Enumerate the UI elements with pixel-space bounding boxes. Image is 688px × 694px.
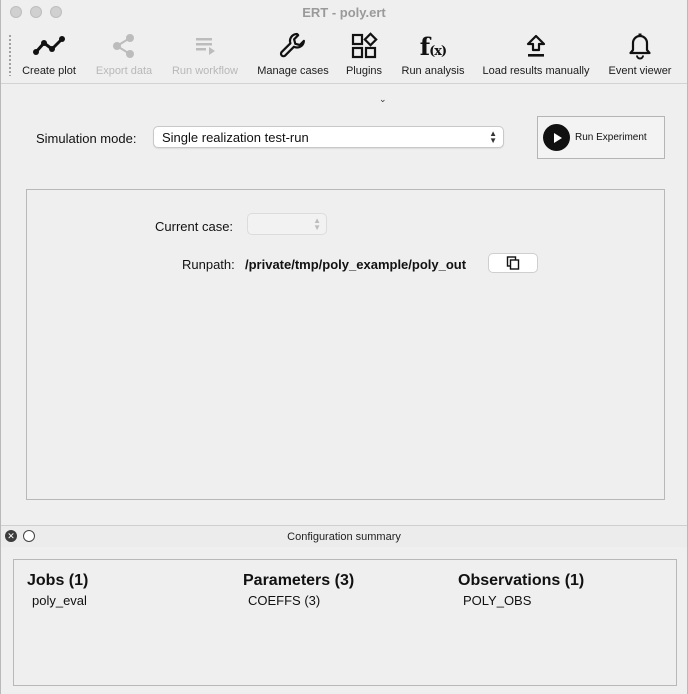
- run-experiment-label: Run Experiment: [575, 132, 647, 143]
- list-item: POLY_OBS: [463, 593, 532, 608]
- share-icon: [113, 34, 134, 58]
- toolbar-grip-handle[interactable]: [9, 34, 11, 76]
- run-workflow-label: Run workflow: [171, 65, 239, 77]
- bell-icon: [629, 33, 651, 60]
- create-plot-label: Create plot: [22, 65, 76, 77]
- minimize-window-button[interactable]: [30, 6, 42, 18]
- zoom-window-button[interactable]: [50, 6, 62, 18]
- load-results-manually-label: Load results manually: [482, 65, 590, 77]
- widgets-icon: [351, 32, 378, 59]
- upload-icon: [526, 34, 546, 57]
- create-plot-button[interactable]: Create plot: [19, 30, 79, 82]
- run-analysis-button[interactable]: f(x) Run analysis: [401, 30, 465, 82]
- title-bar: ERT - poly.ert: [1, 0, 687, 24]
- jobs-summary-column: Jobs (1) poly_eval: [27, 572, 88, 608]
- manage-cases-label: Manage cases: [257, 65, 329, 77]
- toolbar: Create plot Export data Run workflow Man…: [1, 24, 687, 104]
- configuration-summary-title: Configuration summary: [287, 531, 401, 543]
- observations-heading: Observations (1): [458, 572, 585, 589]
- run-experiment-button[interactable]: Run Experiment: [537, 116, 665, 159]
- load-results-manually-button[interactable]: Load results manually: [481, 30, 591, 82]
- runpath-value: /private/tmp/poly_example/poly_out: [245, 257, 467, 272]
- list-item: poly_eval: [32, 593, 87, 608]
- run-workflow-button[interactable]: Run workflow: [169, 30, 241, 82]
- plugins-label: Plugins: [345, 65, 383, 77]
- export-data-button[interactable]: Export data: [93, 30, 155, 82]
- simulation-mode-select[interactable]: Single realization test-run ▲ ▼: [153, 126, 504, 148]
- function-icon: f(x): [419, 31, 447, 61]
- runpath-label: Runpath:: [182, 257, 235, 272]
- current-case-label: Current case:: [155, 219, 234, 234]
- select-arrows-icon: ▲ ▼: [313, 216, 321, 232]
- simulation-mode-value: Single realization test-run: [162, 130, 309, 145]
- window-title: ERT - poly.ert: [302, 4, 386, 20]
- window-controls: [10, 6, 62, 18]
- run-analysis-label: Run analysis: [401, 65, 465, 77]
- select-arrows-icon: ▲ ▼: [489, 129, 497, 145]
- jobs-heading: Jobs (1): [27, 572, 89, 589]
- app-window: ERT - poly.ert Create plot Export data R…: [0, 0, 688, 694]
- experiment-config-panel: [26, 189, 665, 500]
- plugins-menu-chevron-icon[interactable]: ⌄: [379, 94, 387, 105]
- export-data-label: Export data: [95, 65, 153, 77]
- current-case-select[interactable]: ▲ ▼: [247, 213, 327, 235]
- event-viewer-button[interactable]: Event viewer: [605, 30, 675, 82]
- play-icon: [543, 124, 570, 151]
- wrench-icon: [279, 32, 305, 58]
- list-item: COEFFS (3): [248, 593, 321, 608]
- plugins-button[interactable]: Plugins: [344, 30, 384, 82]
- workflow-icon: [196, 38, 215, 55]
- copy-runpath-button[interactable]: [488, 253, 538, 273]
- configuration-summary-dock-header: ✕ Configuration summary: [1, 525, 687, 547]
- copy-icon: [506, 256, 520, 270]
- simulation-mode-label: Simulation mode:: [36, 131, 137, 146]
- event-viewer-label: Event viewer: [608, 65, 672, 77]
- parameters-summary-column: Parameters (3) COEFFS (3): [243, 572, 354, 608]
- observations-summary-column: Observations (1) POLY_OBS: [458, 572, 584, 608]
- parameters-heading: Parameters (3): [243, 572, 355, 589]
- line-chart-icon: [33, 36, 65, 55]
- close-window-button[interactable]: [10, 6, 22, 18]
- manage-cases-button[interactable]: Manage cases: [255, 30, 331, 82]
